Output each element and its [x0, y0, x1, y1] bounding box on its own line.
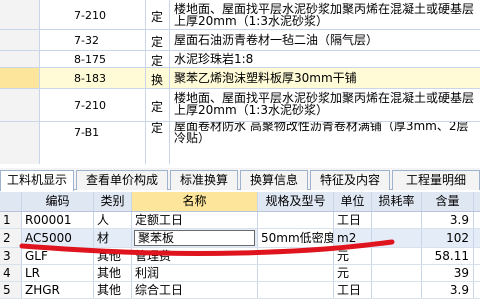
cell-spec: 50mm低密度	[258, 229, 334, 247]
cell-category: 人	[94, 212, 132, 228]
col-category-header[interactable]: 类别	[94, 192, 132, 211]
row-header[interactable]	[0, 30, 40, 50]
cell-qty: 102	[422, 229, 474, 247]
item-row[interactable]: 8-175 定 水泥珍珠岩1:8	[0, 51, 480, 68]
item-row[interactable]: 7-B1 定 屋面卷材防水 高聚物改性沥青卷材满铺（厚3mm、2层冷贴）	[0, 122, 480, 164]
item-name: 楼地面、屋面找平层水泥砂浆加聚丙烯在混凝土或硬基层上厚20mm（1:3水泥砂浆）	[174, 91, 475, 117]
cell-qty: 39	[422, 265, 474, 281]
cell-code: ZHGR	[22, 282, 94, 298]
item-code: 7-210	[74, 99, 106, 112]
table-row[interactable]: 5 ZHGR 其他 综合工日 工日 3.9	[0, 282, 480, 299]
resource-table: 编码 类别 名称 规格及型号 单位 损耗率 含量 1 R00001 人 定额工日…	[0, 192, 480, 308]
row-index: 1	[0, 212, 22, 228]
item-row[interactable]: 7-210 定 楼地面、屋面找平层水泥砂浆加聚丙烯在混凝土或硬基层上厚20mm（…	[0, 89, 480, 122]
item-name: 屋面石油沥青卷材一毡二油（隔气层）	[174, 33, 379, 47]
cell-qty: 58.11	[422, 248, 474, 264]
row-header[interactable]	[0, 51, 40, 67]
cell-loss	[372, 282, 422, 298]
cell-unit: 元	[334, 248, 372, 264]
cell-loss	[372, 212, 422, 228]
tab-quantity-detail[interactable]: 工程量明细	[392, 170, 480, 190]
cell-unit: 工日	[334, 212, 372, 228]
cell-loss	[372, 248, 422, 264]
item-grid: 7-210 定 楼地面、屋面找平层水泥砂浆加聚丙烯在混凝土或硬基层上厚20mm（…	[0, 0, 480, 164]
table-row-selected[interactable]: 2 AC5000 材 聚苯板 50mm低密度 m2 102	[0, 229, 480, 248]
cell-code: LR	[22, 265, 94, 281]
item-type: 定	[151, 35, 164, 49]
detail-tab-bar: 工料机显示 查看单价构成 标准换算 换算信息 特征及内容 工程量明细	[0, 168, 480, 191]
item-type: 定	[151, 100, 164, 114]
cell-spec	[258, 282, 334, 298]
cell-unit: m2	[334, 229, 372, 247]
cell-spec	[258, 265, 334, 281]
cell-category: 其他	[94, 248, 132, 264]
tab-conversion-info[interactable]: 换算信息	[240, 170, 308, 190]
row-index: 2	[0, 229, 22, 247]
cell-unit: 元	[334, 265, 372, 281]
cell-category: 材	[94, 229, 132, 247]
item-name: 屋面卷材防水 高聚物改性沥青卷材满铺（厚3mm、2层冷贴）	[174, 122, 469, 145]
tab-unit-price-composition[interactable]: 查看单价构成	[76, 170, 168, 190]
item-code: 8-183	[74, 72, 106, 85]
row-header[interactable]	[0, 68, 40, 88]
table-row[interactable]: 1 R00001 人 定额工日 工日 3.9	[0, 212, 480, 229]
item-row[interactable]: 7-32 定 屋面石油沥青卷材一毡二油（隔气层）	[0, 30, 480, 51]
cell-category: 其他	[94, 265, 132, 281]
col-spec-header[interactable]: 规格及型号	[258, 192, 334, 211]
item-type: 定	[151, 10, 164, 24]
row-index: 3	[0, 248, 22, 264]
col-unit-header[interactable]: 单位	[334, 192, 372, 211]
tab-features-content[interactable]: 特征及内容	[310, 170, 390, 190]
item-name: 聚苯乙烯泡沫塑料板厚30mm干铺	[174, 71, 357, 85]
cell-spec	[258, 212, 334, 228]
cell-name: 管理费	[132, 248, 258, 264]
cell-spec	[258, 248, 334, 264]
cell-name: 利润	[132, 265, 258, 281]
row-index: 4	[0, 265, 22, 281]
cell-qty: 3.9	[422, 282, 474, 298]
cell-category: 其他	[94, 282, 132, 298]
cell-code: GLF	[22, 248, 94, 264]
cell-unit: 工日	[334, 282, 372, 298]
table-row[interactable]: 3 GLF 其他 管理费 元 58.11	[0, 248, 480, 265]
cell-code: R00001	[22, 212, 94, 228]
cell-name: 定额工日	[132, 212, 258, 228]
row-header[interactable]	[0, 122, 40, 164]
row-header[interactable]	[0, 0, 40, 29]
cell-name-editor[interactable]: 聚苯板	[138, 229, 174, 247]
table-row[interactable]: 4 LR 其他 利润 元 39	[0, 265, 480, 282]
item-type: 换	[151, 73, 164, 87]
col-code-header[interactable]: 编码	[22, 192, 94, 211]
col-loss-header[interactable]: 损耗率	[372, 192, 422, 211]
cell-loss	[372, 229, 422, 247]
cell-qty: 3.9	[422, 212, 474, 228]
item-name: 水泥珍珠岩1:8	[174, 52, 254, 66]
item-row-selected[interactable]: 8-183 换 聚苯乙烯泡沫塑料板厚30mm干铺	[0, 68, 480, 89]
item-code: 7-B1	[74, 126, 100, 139]
item-type: 定	[151, 122, 164, 135]
col-name-header[interactable]: 名称	[132, 192, 258, 211]
tab-labor-material-machine[interactable]: 工料机显示	[0, 170, 74, 191]
table-header: 编码 类别 名称 规格及型号 单位 损耗率 含量	[0, 192, 480, 212]
item-code: 8-175	[74, 53, 106, 66]
row-header[interactable]	[0, 89, 40, 121]
item-code: 7-210	[74, 9, 106, 22]
row-index: 5	[0, 282, 22, 298]
item-name: 楼地面、屋面找平层水泥砂浆加聚丙烯在混凝土或硬基层上厚20mm（1:3水泥砂浆）	[174, 2, 475, 28]
col-qty-header[interactable]: 含量	[422, 192, 474, 211]
item-code: 7-32	[74, 34, 99, 47]
cell-code: AC5000	[22, 229, 94, 247]
item-type: 定	[151, 54, 164, 68]
item-row[interactable]: 7-210 定 楼地面、屋面找平层水泥砂浆加聚丙烯在混凝土或硬基层上厚20mm（…	[0, 0, 480, 30]
cell-name: 综合工日	[132, 282, 258, 298]
cell-loss	[372, 265, 422, 281]
tab-standard-conversion[interactable]: 标准换算	[170, 170, 238, 190]
